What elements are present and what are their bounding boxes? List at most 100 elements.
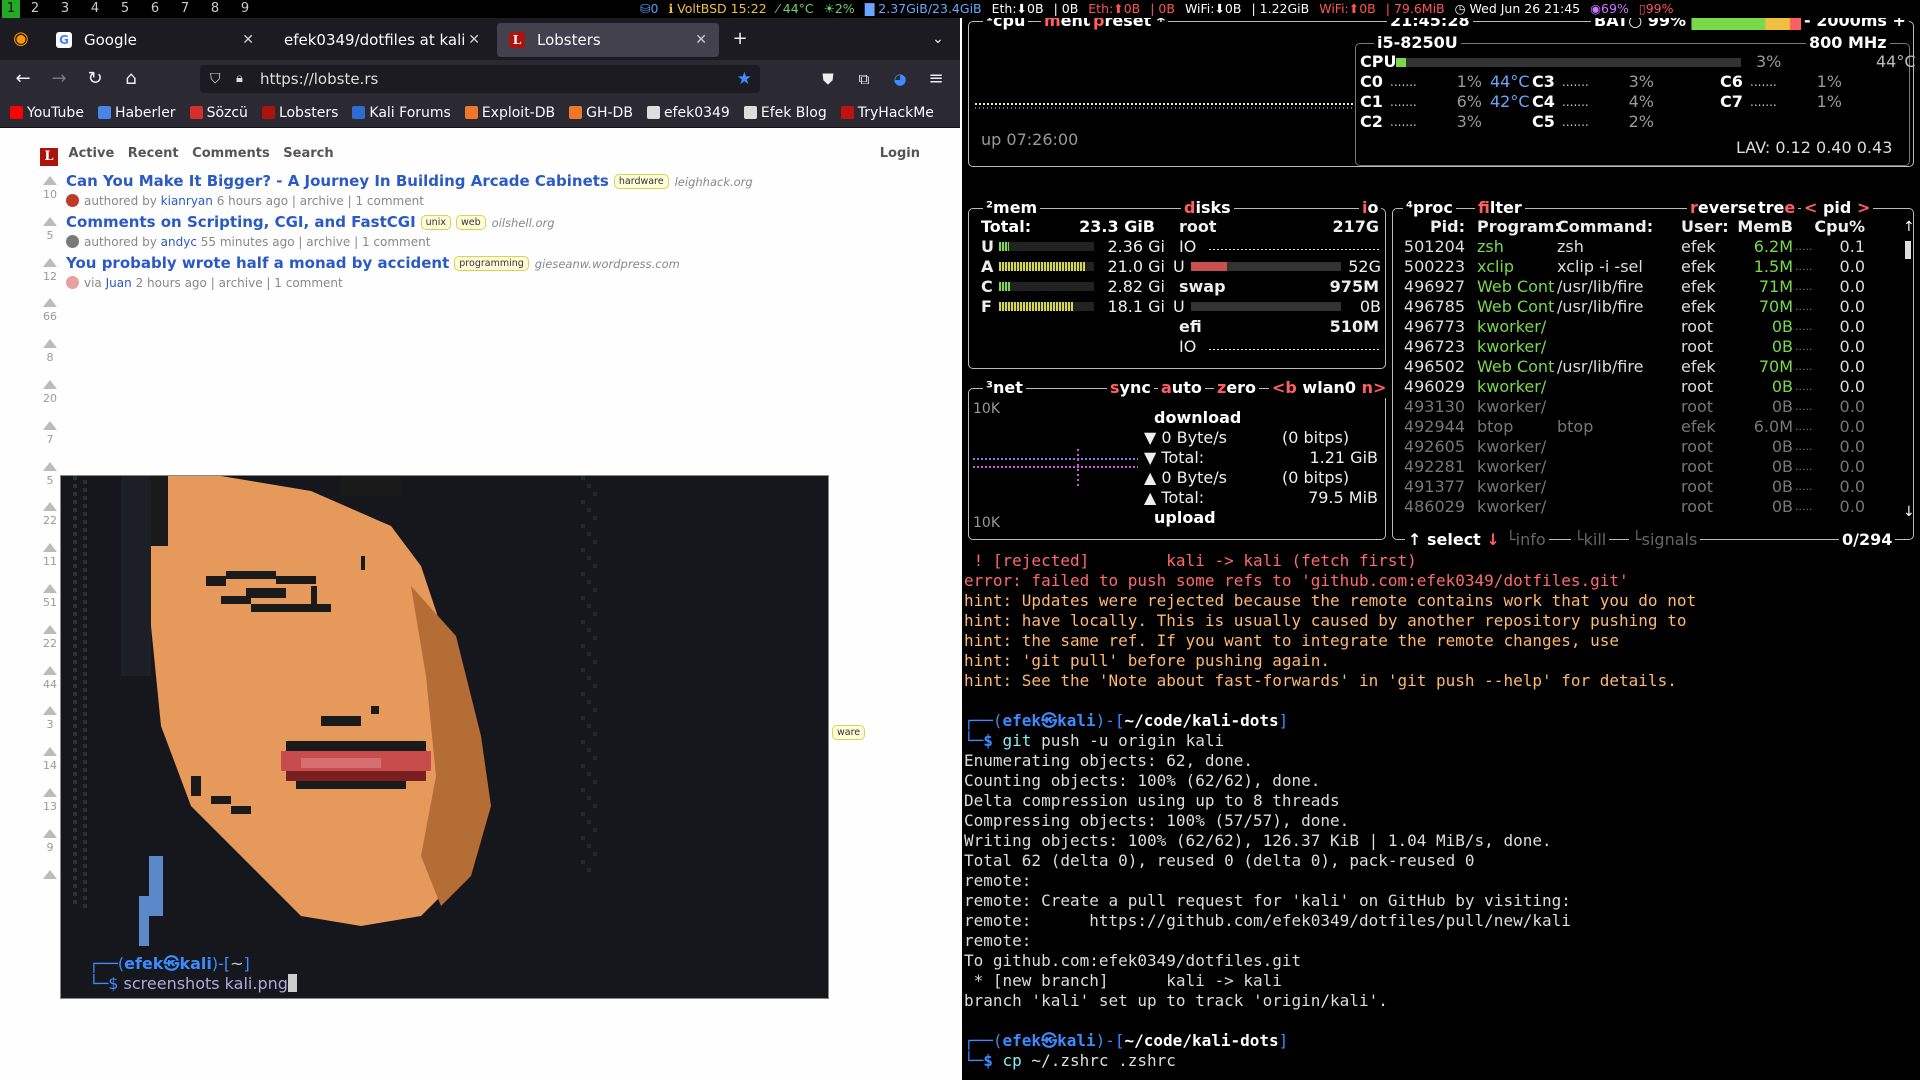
- tree-button[interactable]: tree: [1755, 198, 1799, 218]
- upvote-arrow-icon[interactable]: [43, 339, 57, 349]
- workspace-1[interactable]: 1: [2, 0, 20, 18]
- net-zero-button[interactable]: zero: [1214, 378, 1260, 398]
- upvote-arrow-icon[interactable]: [43, 380, 57, 389]
- net-title[interactable]: ³net: [983, 378, 1026, 398]
- cpu-title[interactable]: ¹cpu: [983, 18, 1029, 31]
- home-icon[interactable]: ⌂: [118, 66, 144, 92]
- kill-button[interactable]: └kill: [1571, 530, 1610, 550]
- upvote-button[interactable]: 14: [40, 747, 60, 772]
- process-row[interactable]: 496723 kworker/root 0B 0.0.....: [1393, 337, 1903, 357]
- url-text[interactable]: https://lobste.rs: [260, 70, 378, 88]
- bookmark-star-icon[interactable]: ★: [737, 65, 752, 93]
- command-text[interactable]: screenshots kali.png: [124, 974, 288, 993]
- process-row[interactable]: 496785 Web Cont/usr/lib/fire efek 70M 0.0...…: [1393, 297, 1903, 317]
- bookmark-s-zc-[interactable]: Sözcü: [189, 98, 248, 128]
- bookmark-exploit-db[interactable]: Exploit-DB: [464, 98, 555, 128]
- lobsters-logo[interactable]: L: [40, 148, 58, 166]
- username-link[interactable]: kianryan: [161, 194, 213, 208]
- scroll-up-icon[interactable]: ↑: [1903, 217, 1915, 237]
- upvote-arrow-icon[interactable]: [43, 298, 57, 308]
- upvote-arrow-icon[interactable]: [43, 461, 57, 471]
- upvote-arrow-icon[interactable]: [43, 216, 57, 226]
- forward-icon[interactable]: →: [46, 66, 72, 92]
- firefox-icon[interactable]: ◉: [8, 26, 34, 52]
- filter-button[interactable]: filter: [1475, 198, 1525, 218]
- pocket-icon[interactable]: ⛊: [815, 66, 841, 92]
- back-icon[interactable]: ←: [10, 66, 36, 92]
- tab-github[interactable]: efek0349/dotfiles at kali ✕: [270, 23, 492, 57]
- workspace-5[interactable]: 5: [110, 0, 140, 18]
- upvote-button[interactable]: 66: [40, 298, 60, 323]
- info-button[interactable]: └info: [1503, 530, 1549, 550]
- bookmark-lobsters[interactable]: Lobsters: [261, 98, 338, 128]
- upvote-arrow-icon[interactable]: [43, 828, 57, 838]
- archive-link[interactable]: archive: [300, 194, 344, 208]
- story-title-link[interactable]: Can You Make It Bigger? - A Journey In B…: [66, 172, 609, 190]
- upvote-button[interactable]: 13: [40, 788, 60, 813]
- bookmark-efek0349[interactable]: efek0349: [646, 98, 730, 128]
- shield-icon[interactable]: ⛉: [210, 65, 221, 93]
- tab-google[interactable]: G Google ✕: [44, 23, 266, 57]
- workspace-3[interactable]: 3: [50, 0, 80, 18]
- process-row[interactable]: 500223 xclip xclip -i -sel efek 1.5M 0.0.....: [1393, 257, 1903, 277]
- workspace-8[interactable]: 8: [200, 0, 230, 18]
- process-row[interactable]: 501204 zsh zsh efek 6.2M 0.1.....: [1393, 237, 1903, 257]
- upvote-arrow-icon[interactable]: [43, 257, 57, 267]
- upvote-button[interactable]: 11: [40, 543, 60, 568]
- archive-link[interactable]: archive: [219, 276, 263, 290]
- process-row[interactable]: 486029 kworker/root 0B 0.0.....: [1393, 497, 1903, 517]
- io-title[interactable]: io: [1359, 198, 1382, 218]
- upvote-arrow-icon[interactable]: [43, 665, 57, 675]
- story-domain[interactable]: gieseanw.wordpress.com: [535, 257, 680, 271]
- nav-recent[interactable]: Recent: [128, 146, 179, 161]
- upvote-button[interactable]: 10: [40, 176, 60, 201]
- process-row[interactable]: 492605 kworker/root 0B 0.0.....: [1393, 437, 1903, 457]
- profile-icon[interactable]: ◕: [887, 66, 913, 92]
- comments-link[interactable]: 1 comment: [274, 276, 342, 290]
- refresh-rate[interactable]: - 2000ms +: [1801, 18, 1909, 31]
- proc-column-header[interactable]: User:: [1681, 217, 1731, 237]
- upvote-arrow-icon[interactable]: [43, 869, 57, 879]
- bookmark-kali-forums[interactable]: Kali Forums: [352, 98, 451, 128]
- comments-link[interactable]: 1 comment: [355, 194, 423, 208]
- net-interface[interactable]: <b wlan0 n>: [1269, 378, 1390, 398]
- bookmark-haberler[interactable]: Haberler: [97, 98, 176, 128]
- bookmark-youtube[interactable]: YouTube: [10, 98, 84, 128]
- net-sync-button[interactable]: sync: [1107, 378, 1154, 398]
- upvote-button[interactable]: 5: [40, 216, 60, 242]
- upvote-button[interactable]: 12: [40, 257, 60, 283]
- upvote-arrow-icon[interactable]: [43, 176, 57, 185]
- reverse-button[interactable]: reverse: [1687, 198, 1762, 218]
- upvote-button[interactable]: 8: [40, 339, 60, 364]
- menu-icon[interactable]: ≡: [923, 66, 949, 92]
- workspace-9[interactable]: 9: [230, 0, 260, 18]
- upvote-button[interactable]: 44: [40, 665, 60, 691]
- process-row[interactable]: 491377 kworker/root 0B 0.0.....: [1393, 477, 1903, 497]
- upvote-arrow-icon[interactable]: [43, 788, 57, 797]
- scroll-down-icon[interactable]: ↓: [1903, 502, 1915, 522]
- tab-lobsters[interactable]: L Lobsters ✕: [497, 23, 719, 57]
- upvote-arrow-icon[interactable]: [43, 706, 57, 716]
- upvote-arrow-icon[interactable]: [43, 543, 57, 553]
- upvote-button[interactable]: 3: [40, 706, 60, 731]
- process-row[interactable]: 496773 kworker/root 0B 0.0.....: [1393, 317, 1903, 337]
- upvote-arrow-icon[interactable]: [43, 584, 57, 593]
- upvote-button[interactable]: 9: [40, 828, 60, 854]
- archive-link[interactable]: archive: [306, 235, 350, 249]
- story-tag[interactable]: ware: [832, 725, 866, 740]
- new-tab-button[interactable]: +: [727, 26, 753, 52]
- story-title-link[interactable]: Comments on Scripting, CGI, and FastCGI: [66, 213, 416, 231]
- sort-selector[interactable]: < pid >: [1801, 198, 1874, 218]
- close-icon[interactable]: ✕: [695, 23, 707, 57]
- story-tag[interactable]: programming: [454, 255, 529, 271]
- lock-icon[interactable]: 🔒︎: [236, 65, 243, 93]
- nav-search[interactable]: Search: [283, 146, 333, 161]
- proc-column-header[interactable]: Command:: [1557, 217, 1679, 237]
- story-tag[interactable]: web: [455, 214, 486, 230]
- process-row[interactable]: 496502 Web Cont/usr/lib/fire efek 70M 0.0...…: [1393, 357, 1903, 377]
- bookmark-tryhackme[interactable]: TryHackMe: [840, 98, 934, 128]
- upvote-button[interactable]: 20: [40, 380, 60, 405]
- url-bar[interactable]: ⛉ 🔒︎ https://lobste.rs ★: [200, 65, 760, 93]
- upvote-button[interactable]: 22: [40, 502, 60, 527]
- story-tag[interactable]: unix: [420, 214, 451, 230]
